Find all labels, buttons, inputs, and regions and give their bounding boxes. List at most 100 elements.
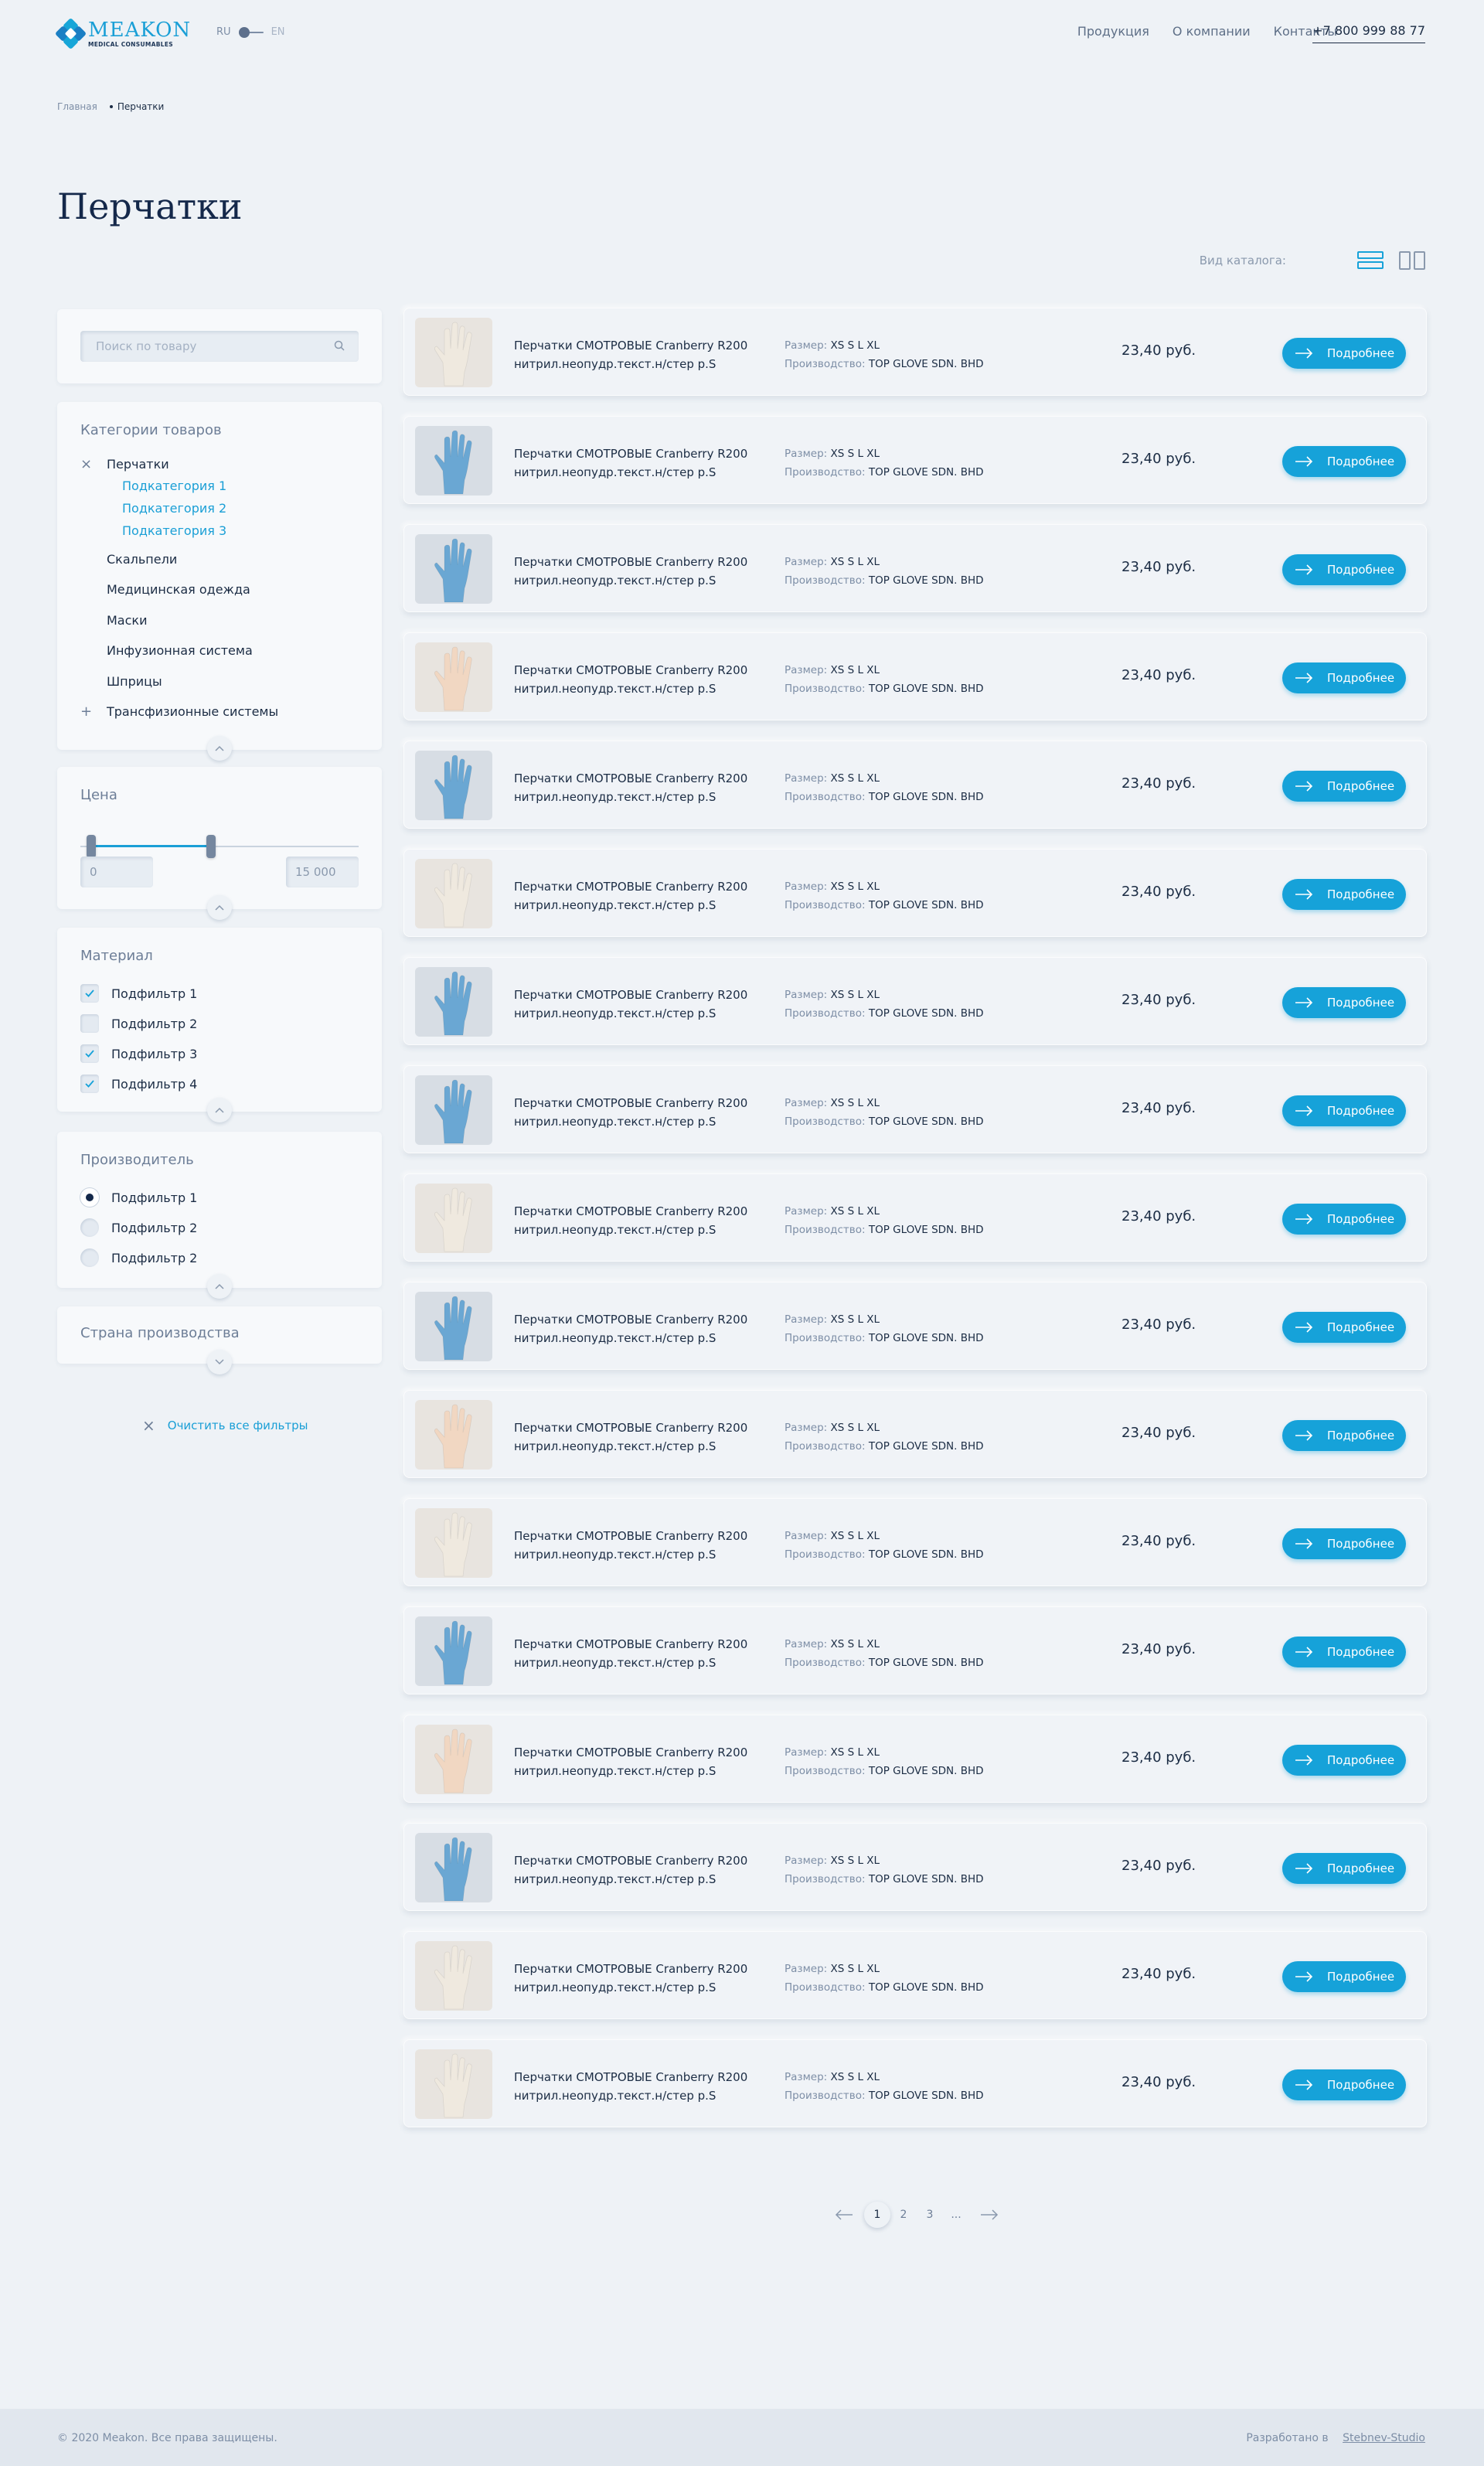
details-button[interactable]: Подробнее [1282, 554, 1406, 585]
subcategory-item[interactable]: Подкатегория 3 [122, 523, 359, 539]
product-image[interactable] [415, 1508, 492, 1578]
material-filter-item[interactable]: Подфильтр 3 [80, 1044, 359, 1064]
product-image[interactable] [415, 1725, 492, 1794]
product-card[interactable]: Перчатки СМОТРОВЫЕ Cranberry R200 нитрил.… [403, 1390, 1427, 1478]
arrow-left-icon[interactable] [835, 2209, 853, 2220]
product-image[interactable] [415, 1292, 492, 1361]
category-item-active[interactable]: × Перчатки [80, 457, 359, 472]
product-image[interactable] [415, 967, 492, 1037]
category-item[interactable]: Медицинская одежда [80, 582, 359, 598]
radio-button[interactable] [80, 1248, 99, 1267]
price-slider-max-handle[interactable] [206, 835, 216, 858]
product-card[interactable]: Перчатки СМОТРОВЫЕ Cranberry R200 нитрил.… [403, 1606, 1427, 1695]
manufacturer-filter-item[interactable]: Подфильтр 2 [80, 1248, 359, 1268]
details-button[interactable]: Подробнее [1282, 1420, 1406, 1451]
product-name[interactable]: Перчатки СМОТРОВЫЕ Cranberry R200 нитрил.… [514, 1635, 769, 1672]
product-image[interactable] [415, 1075, 492, 1145]
product-name[interactable]: Перчатки СМОТРОВЫЕ Cranberry R200 нитрил.… [514, 553, 769, 590]
product-name[interactable]: Перчатки СМОТРОВЫЕ Cranberry R200 нитрил.… [514, 2068, 769, 2105]
collapse-material-button[interactable] [207, 1098, 232, 1122]
checkbox[interactable] [80, 1014, 99, 1033]
page-2[interactable]: 2 [890, 2202, 917, 2228]
search-input[interactable] [80, 331, 359, 362]
details-button[interactable]: Подробнее [1282, 1853, 1406, 1884]
clear-filters-button[interactable]: × Очистить все фильтры [142, 1418, 308, 1433]
product-name[interactable]: Перчатки СМОТРОВЫЕ Cranberry R200 нитрил.… [514, 877, 769, 915]
logo[interactable]: MEAKON MEDICAL CONSUMABLES [54, 17, 191, 50]
details-button[interactable]: Подробнее [1282, 771, 1406, 802]
checkbox[interactable] [80, 984, 99, 1003]
product-image[interactable] [415, 751, 492, 820]
product-name[interactable]: Перчатки СМОТРОВЫЕ Cranberry R200 нитрил.… [514, 1202, 769, 1239]
product-name[interactable]: Перчатки СМОТРОВЫЕ Cranberry R200 нитрил.… [514, 1310, 769, 1347]
details-button[interactable]: Подробнее [1282, 987, 1406, 1018]
checkbox[interactable] [80, 1075, 99, 1093]
category-item[interactable]: Шприцы [80, 674, 359, 690]
product-card[interactable]: Перчатки СМОТРОВЫЕ Cranberry R200 нитрил.… [403, 957, 1427, 1045]
product-card[interactable]: Перчатки СМОТРОВЫЕ Cranberry R200 нитрил.… [403, 741, 1427, 829]
category-item-expandable[interactable]: + Трансфизионные системы [80, 704, 359, 720]
product-name[interactable]: Перчатки СМОТРОВЫЕ Cranberry R200 нитрил.… [514, 1743, 769, 1780]
language-toggle[interactable] [238, 26, 264, 38]
product-name[interactable]: Перчатки СМОТРОВЫЕ Cranberry R200 нитрил.… [514, 1419, 769, 1456]
nav-products[interactable]: Продукция [1077, 24, 1149, 39]
collapse-manufacturer-button[interactable] [207, 1274, 232, 1299]
product-image[interactable] [415, 859, 492, 928]
product-image[interactable] [415, 1833, 492, 1902]
details-button[interactable]: Подробнее [1282, 1204, 1406, 1235]
product-image[interactable] [415, 1184, 492, 1253]
product-name[interactable]: Перчатки СМОТРОВЫЕ Cranberry R200 нитрил.… [514, 336, 769, 373]
product-card[interactable]: Перчатки СМОТРОВЫЕ Cranberry R200 нитрил.… [403, 2039, 1427, 2127]
details-button[interactable]: Подробнее [1282, 2069, 1406, 2100]
search-icon[interactable] [334, 340, 345, 351]
plus-icon[interactable]: + [80, 705, 93, 719]
product-image[interactable] [415, 1400, 492, 1470]
details-button[interactable]: Подробнее [1282, 879, 1406, 910]
product-name[interactable]: Перчатки СМОТРОВЫЕ Cranberry R200 нитрил.… [514, 1960, 769, 1997]
lang-en[interactable]: EN [271, 26, 285, 38]
price-slider-min-handle[interactable] [87, 835, 97, 858]
arrow-right-icon[interactable] [980, 2209, 999, 2220]
subcategory-item[interactable]: Подкатегория 1 [122, 479, 359, 494]
product-card[interactable]: Перчатки СМОТРОВЫЕ Cranberry R200 нитрил.… [403, 1931, 1427, 2019]
product-name[interactable]: Перчатки СМОТРОВЫЕ Cranberry R200 нитрил.… [514, 1851, 769, 1889]
price-slider[interactable] [80, 835, 359, 858]
category-item[interactable]: Инфузионная система [80, 643, 359, 659]
price-min-input[interactable] [80, 857, 153, 887]
product-card[interactable]: Перчатки СМОТРОВЫЕ Cranberry R200 нитрил.… [403, 308, 1427, 396]
material-filter-item[interactable]: Подфильтр 1 [80, 983, 359, 1003]
collapse-categories-button[interactable] [207, 736, 232, 761]
subcategory-item[interactable]: Подкатегория 2 [122, 501, 359, 516]
checkbox[interactable] [80, 1044, 99, 1063]
nav-about[interactable]: О компании [1173, 24, 1251, 39]
product-card[interactable]: Перчатки СМОТРОВЫЕ Cranberry R200 нитрил.… [403, 524, 1427, 612]
details-button[interactable]: Подробнее [1282, 446, 1406, 477]
product-image[interactable] [415, 1941, 492, 2011]
product-card[interactable]: Перчатки СМОТРОВЫЕ Cranberry R200 нитрил.… [403, 1715, 1427, 1803]
details-button[interactable]: Подробнее [1282, 1637, 1406, 1667]
page-3[interactable]: 3 [917, 2202, 943, 2228]
product-card[interactable]: Перчатки СМОТРОВЫЕ Cranberry R200 нитрил.… [403, 1282, 1427, 1370]
product-card[interactable]: Перчатки СМОТРОВЫЕ Cranberry R200 нитрил.… [403, 1065, 1427, 1153]
product-name[interactable]: Перчатки СМОТРОВЫЕ Cranberry R200 нитрил.… [514, 986, 769, 1023]
details-button[interactable]: Подробнее [1282, 1312, 1406, 1343]
details-button[interactable]: Подробнее [1282, 1961, 1406, 1992]
page-1[interactable]: 1 [864, 2202, 890, 2228]
breadcrumb-home[interactable]: Главная [57, 101, 97, 112]
product-card[interactable]: Перчатки СМОТРОВЫЕ Cranberry R200 нитрил.… [403, 632, 1427, 720]
expand-country-button[interactable] [207, 1350, 232, 1374]
product-name[interactable]: Перчатки СМОТРОВЫЕ Cranberry R200 нитрил.… [514, 1094, 769, 1131]
material-filter-item[interactable]: Подфильтр 2 [80, 1013, 359, 1034]
product-name[interactable]: Перчатки СМОТРОВЫЕ Cranberry R200 нитрил.… [514, 1527, 769, 1564]
product-image[interactable] [415, 426, 492, 496]
price-max-input[interactable] [286, 857, 359, 887]
details-button[interactable]: Подробнее [1282, 338, 1406, 369]
product-card[interactable]: Перчатки СМОТРОВЫЕ Cranberry R200 нитрил.… [403, 1498, 1427, 1586]
close-icon[interactable]: × [80, 458, 93, 472]
product-name[interactable]: Перчатки СМОТРОВЫЕ Cranberry R200 нитрил.… [514, 769, 769, 806]
category-item[interactable]: Скальпели [80, 552, 359, 567]
product-card[interactable]: Перчатки СМОТРОВЫЕ Cranberry R200 нитрил.… [403, 1823, 1427, 1911]
product-image[interactable] [415, 318, 492, 387]
product-image[interactable] [415, 534, 492, 604]
category-item[interactable]: Маски [80, 613, 359, 628]
